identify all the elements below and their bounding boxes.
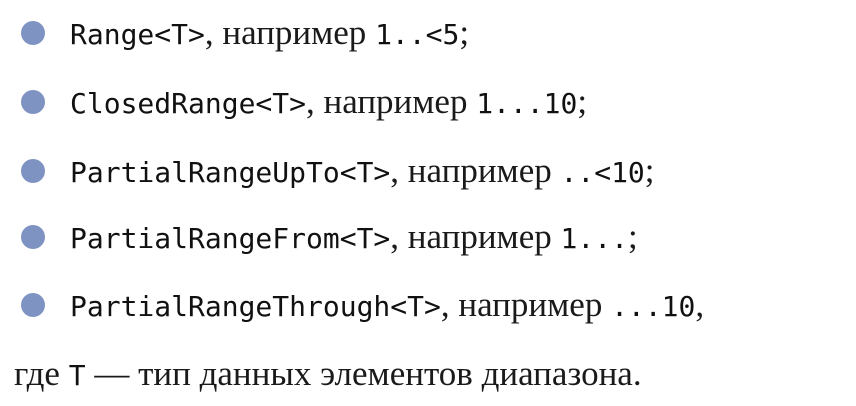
bullet-icon	[21, 90, 45, 114]
type-name: PartialRangeFrom<T>	[70, 222, 391, 255]
end-punctuation: ;	[627, 217, 638, 256]
separator-text: , например	[390, 151, 561, 190]
separator-text: , например	[204, 13, 376, 52]
end-punctuation: ;	[644, 151, 655, 190]
list-item-line: ClosedRange<T>, например 1...10;	[70, 77, 587, 127]
end-punctuation: ;	[459, 13, 470, 52]
example-code: 1...	[560, 222, 628, 255]
list-item-partial-range-from: PartialRangeFrom<T>, например 1...;	[0, 212, 856, 262]
bullet-icon	[21, 225, 45, 249]
footer-suffix: — тип данных элементов диапазона.	[85, 354, 642, 393]
separator-text: , например	[306, 82, 477, 121]
example-code: 1...10	[476, 87, 578, 120]
example-code: 1..<5	[375, 18, 460, 51]
list-item-partial-range-through: PartialRangeThrough<T>, например ...10,	[0, 280, 856, 330]
list-item-line: PartialRangeThrough<T>, например ...10,	[70, 280, 704, 330]
separator-text: , например	[440, 285, 612, 324]
separator-text: , например	[390, 217, 561, 256]
type-name: ClosedRange<T>	[70, 87, 307, 120]
list-item-line: PartialRangeUpTo<T>, например ..<10;	[70, 146, 655, 196]
bullet-icon	[21, 21, 45, 45]
footer-code: T	[68, 359, 86, 392]
example-code: ..<10	[560, 156, 645, 189]
bullet-icon	[21, 293, 45, 317]
end-punctuation: ;	[577, 82, 588, 121]
type-name: PartialRangeUpTo<T>	[70, 156, 391, 189]
list-item-line: PartialRangeFrom<T>, например 1...;	[70, 212, 638, 262]
list-item-line: Range<T>, например 1..<5;	[70, 8, 469, 58]
type-name: Range<T>	[70, 18, 205, 51]
list-item-closed-range: ClosedRange<T>, например 1...10;	[0, 77, 856, 127]
list-item-partial-range-up-to: PartialRangeUpTo<T>, например ..<10;	[0, 146, 856, 196]
footer-prefix: где	[14, 354, 69, 393]
bullet-icon	[21, 159, 45, 183]
footer-note: где T — тип данных элементов диапазона.	[14, 349, 642, 399]
end-punctuation: ,	[695, 285, 705, 324]
type-name: PartialRangeThrough<T>	[70, 290, 441, 323]
list-item-range: Range<T>, например 1..<5;	[0, 8, 856, 58]
example-code: ...10	[611, 290, 696, 323]
document-page: Range<T>, например 1..<5; ClosedRange<T>…	[0, 0, 856, 400]
